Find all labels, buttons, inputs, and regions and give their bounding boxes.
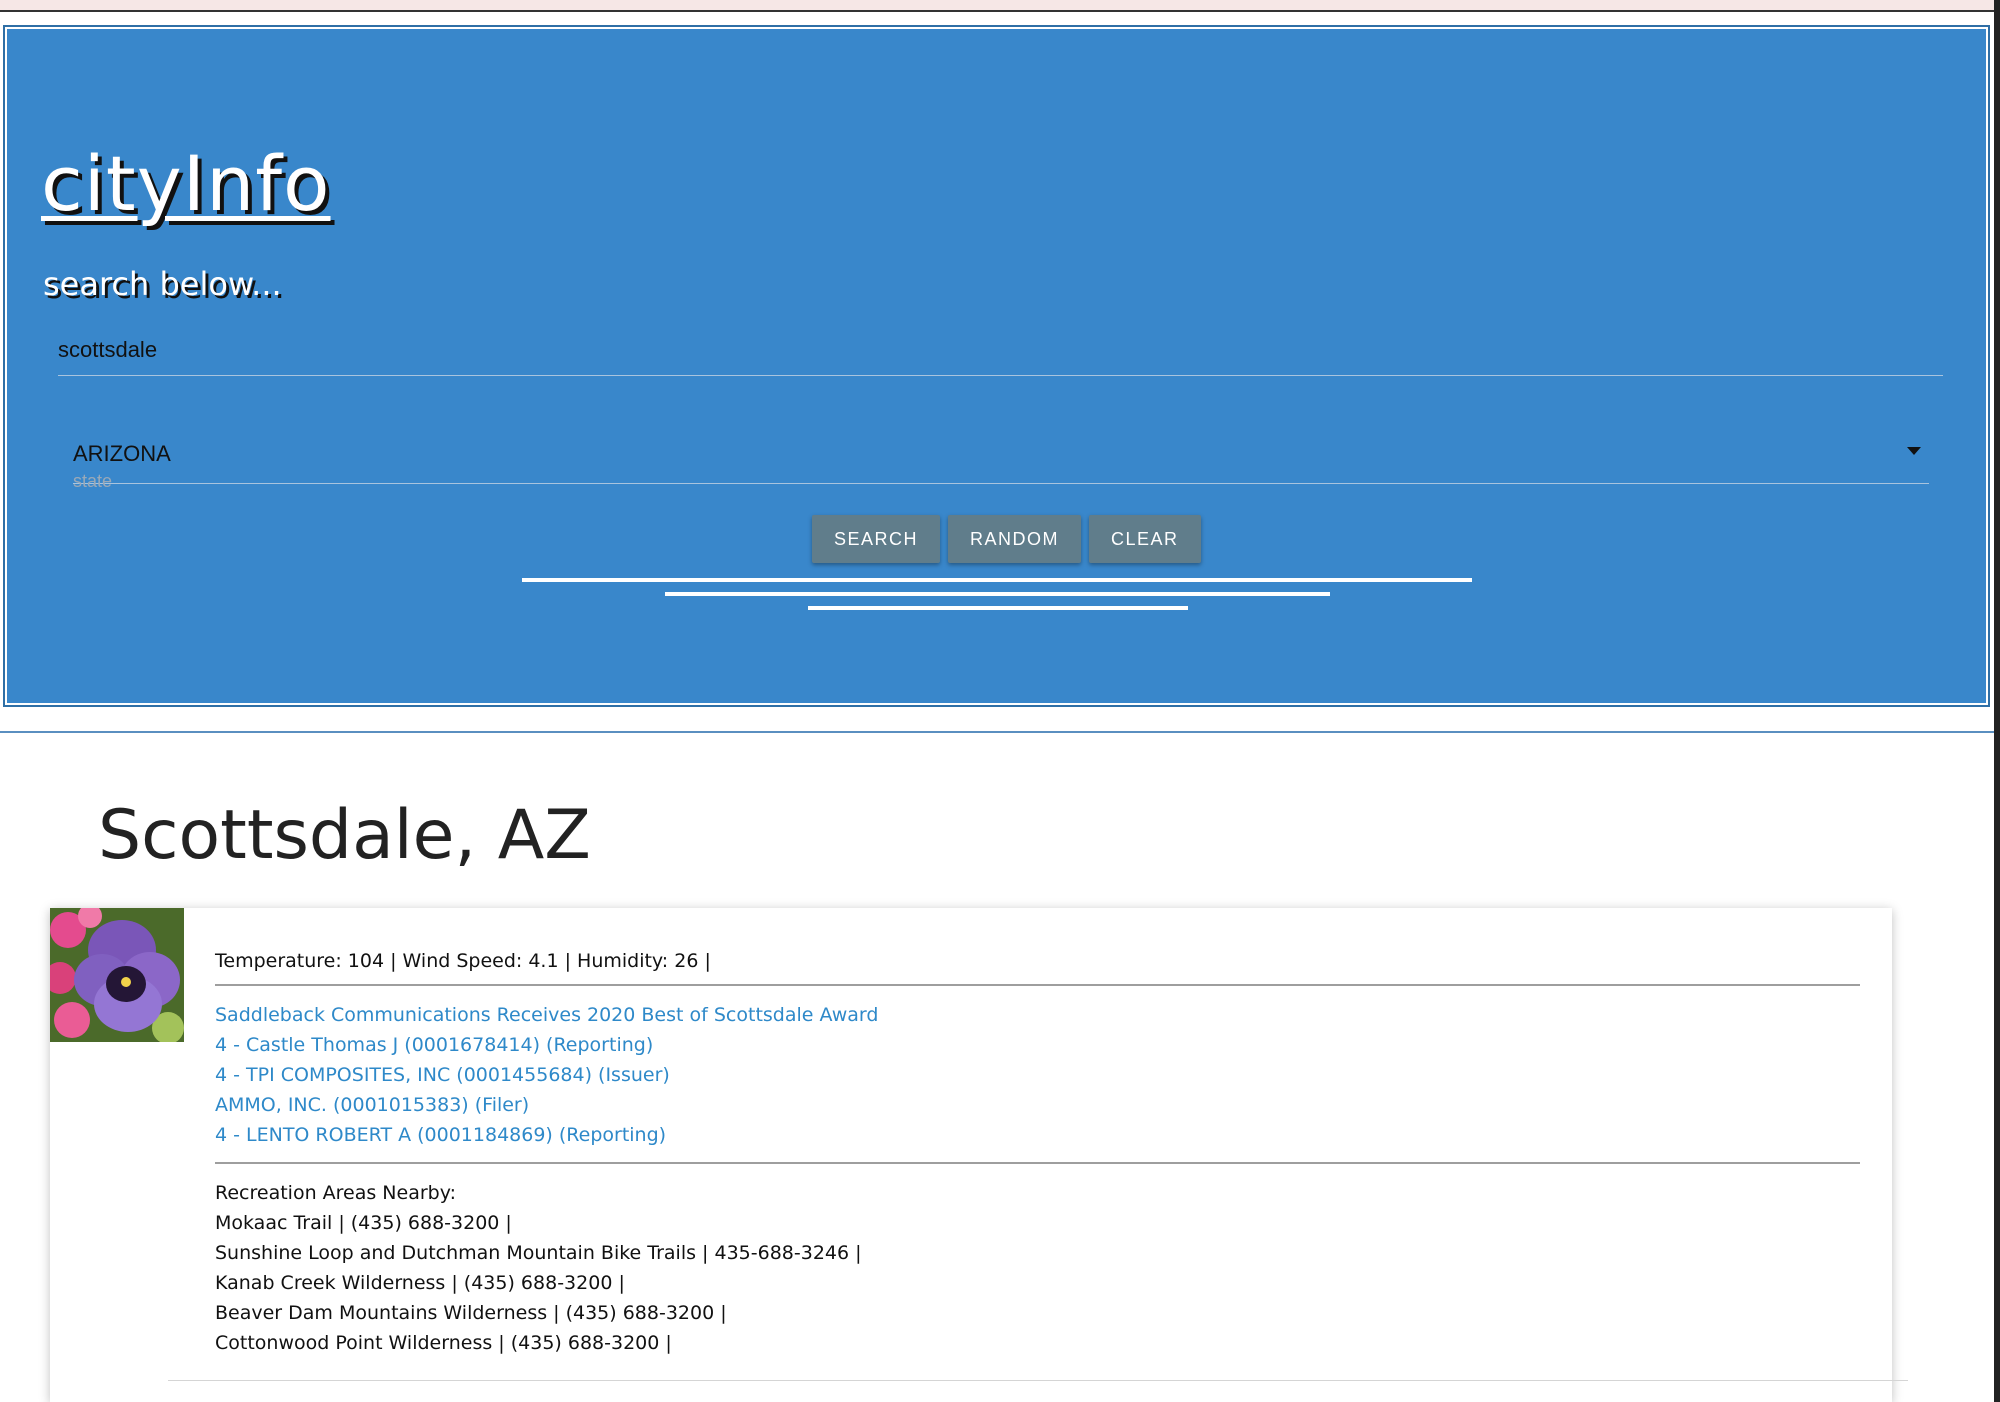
city-search-input[interactable]: [58, 325, 1943, 376]
window-right-edge: [1994, 0, 2000, 1402]
state-select[interactable]: ARIZONA state: [73, 427, 1929, 491]
state-field-label: state: [73, 471, 113, 491]
clear-button[interactable]: CLEAR: [1089, 515, 1201, 563]
news-link[interactable]: 4 - TPI COMPOSITES, INC (0001455684) (Is…: [215, 1060, 1860, 1090]
decorative-line-3: [808, 606, 1188, 610]
caret-down-icon: [1907, 447, 1921, 455]
recreation-heading: Recreation Areas Nearby:: [215, 1182, 456, 1204]
header-divider: [0, 731, 1994, 733]
browser-top-edge: [0, 0, 2000, 12]
news-link[interactable]: Saddleback Communications Receives 2020 …: [215, 1000, 1860, 1030]
recreation-item: Cottonwood Point Wilderness | (435) 688-…: [215, 1332, 672, 1354]
weather-summary: Temperature: 104 | Wind Speed: 4.1 | Hum…: [215, 938, 1860, 986]
city-thumbnail-image: [50, 908, 184, 1042]
recreation-item: Mokaac Trail | (435) 688-3200 |: [215, 1212, 512, 1234]
button-row: SEARCH RANDOM CLEAR: [812, 515, 1201, 563]
header-banner: cityInfo search below... ARIZONA state S…: [3, 25, 1990, 707]
decorative-line-2: [665, 592, 1330, 596]
state-selected-value: ARIZONA: [73, 441, 171, 466]
recreation-item: Beaver Dam Mountains Wilderness | (435) …: [215, 1302, 727, 1324]
recreation-list: Recreation Areas Nearby: Mokaac Trail | …: [215, 1164, 1860, 1358]
city-title: Scottsdale, AZ: [98, 796, 591, 875]
card-bottom-divider: [168, 1380, 1908, 1381]
random-button[interactable]: RANDOM: [948, 515, 1082, 563]
pansy-flower-image: [50, 908, 184, 1042]
search-button[interactable]: SEARCH: [812, 515, 941, 563]
city-info-card: Temperature: 104 | Wind Speed: 4.1 | Hum…: [50, 908, 1908, 1402]
news-link[interactable]: AMMO, INC. (0001015383) (Filer): [215, 1090, 1860, 1120]
recreation-item: Kanab Creek Wilderness | (435) 688-3200 …: [215, 1272, 625, 1294]
search-subtitle: search below...: [43, 265, 282, 303]
news-link[interactable]: 4 - Castle Thomas J (0001678414) (Report…: [215, 1030, 1860, 1060]
news-link[interactable]: 4 - LENTO ROBERT A (0001184869) (Reporti…: [215, 1120, 1860, 1150]
card-content: Temperature: 104 | Wind Speed: 4.1 | Hum…: [215, 938, 1860, 1358]
decorative-line-1: [522, 578, 1472, 582]
recreation-item: Sunshine Loop and Dutchman Mountain Bike…: [215, 1242, 862, 1264]
news-list: Saddleback Communications Receives 2020 …: [215, 986, 1860, 1164]
site-logo-link[interactable]: cityInfo: [41, 139, 331, 228]
